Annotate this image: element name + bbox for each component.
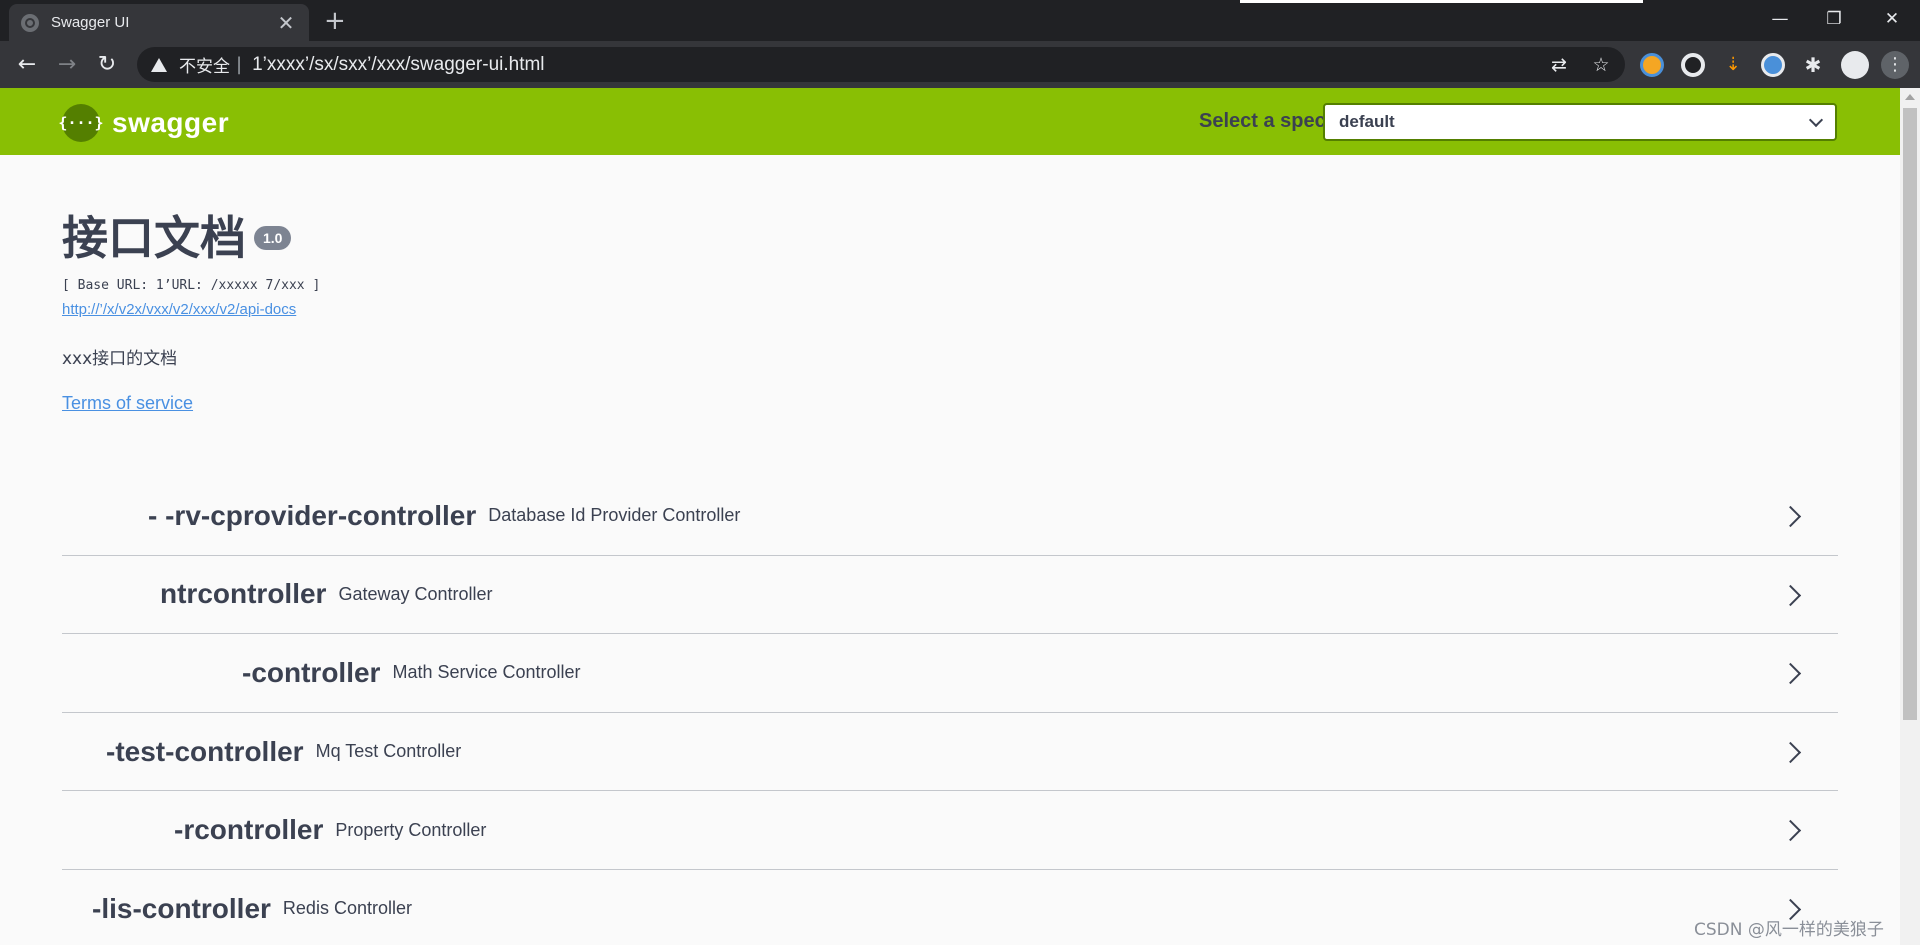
controller-name: -controller bbox=[242, 656, 381, 688]
translate-icon[interactable]: ⇄ bbox=[1547, 53, 1571, 77]
extension-icon-3[interactable]: ⇣ bbox=[1721, 53, 1745, 77]
swagger-logo[interactable]: {···} swagger bbox=[58, 104, 230, 142]
controller-description: Math Service Controller bbox=[392, 662, 581, 683]
minimize-window-button[interactable]: — bbox=[1752, 0, 1808, 38]
controller-name: - -rv-cprovider-controller bbox=[148, 499, 477, 531]
controller-row[interactable]: -test-controller Mq Test Controller bbox=[62, 713, 1838, 792]
chevron-right-icon bbox=[1779, 505, 1802, 528]
csdn-watermark: CSDN @风一样的美狼子 bbox=[1694, 920, 1884, 940]
address-separator: | bbox=[236, 54, 243, 75]
controller-description: Mq Test Controller bbox=[315, 741, 462, 762]
forward-button[interactable]: → bbox=[53, 51, 81, 79]
controller-row[interactable]: -lis-controller Redis Controller bbox=[62, 870, 1838, 945]
browser-toolbar: ← → ↻ 不安全 | 1’xxxx’/sx/sxx’/xxx/swagger-… bbox=[0, 41, 1920, 88]
controller-list: - -rv-cprovider-controller Database Id P… bbox=[62, 477, 1838, 945]
controller-row[interactable]: - -rv-cprovider-controller Database Id P… bbox=[62, 477, 1838, 556]
controller-description: Gateway Controller bbox=[338, 583, 493, 604]
extension-icon-4[interactable] bbox=[1761, 53, 1785, 77]
back-button[interactable]: ← bbox=[13, 51, 41, 79]
api-info: 接口文档 1.0 [ Base URL: 1’URL: /xxxxx 7/xxx… bbox=[62, 210, 1838, 414]
page-scrollbar[interactable] bbox=[1900, 88, 1920, 945]
chevron-right-icon bbox=[1779, 663, 1802, 685]
swagger-logo-icon: {···} bbox=[58, 104, 104, 142]
controller-name: -lis-controller bbox=[92, 892, 271, 924]
controller-name: ntrcontroller bbox=[160, 578, 327, 610]
restore-window-button[interactable]: ❐ bbox=[1806, 0, 1862, 38]
controller-row[interactable]: -rcontroller Property Controller bbox=[62, 791, 1838, 870]
api-description: xxx接口的文档 bbox=[62, 349, 178, 369]
extension-icon-1[interactable] bbox=[1640, 53, 1664, 77]
select-spec-label: Select a spec bbox=[1199, 110, 1326, 132]
swagger-logo-text: swagger bbox=[112, 107, 230, 138]
version-badge: 1.0 bbox=[254, 226, 292, 250]
controller-description: Database Id Provider Controller bbox=[488, 505, 741, 526]
controller-name: -test-controller bbox=[106, 735, 304, 767]
page-title: 接口文档 bbox=[62, 211, 246, 265]
insecure-label[interactable]: 不安全 bbox=[179, 52, 230, 77]
close-window-button[interactable]: ✕ bbox=[1864, 0, 1920, 38]
browser-tab[interactable]: Swagger UI ✕ bbox=[9, 4, 309, 41]
address-bar[interactable]: 不安全 | 1’xxxx’/sx/sxx’/xxx/swagger-ui.htm… bbox=[137, 47, 1625, 82]
spec-select-value: default bbox=[1339, 112, 1395, 131]
controller-name: -rcontroller bbox=[174, 814, 324, 846]
browser-menu-icon[interactable]: ⋮ bbox=[1881, 51, 1909, 79]
chevron-right-icon bbox=[1779, 584, 1802, 606]
swagger-favicon-icon bbox=[21, 13, 39, 32]
chevron-right-icon bbox=[1779, 741, 1802, 763]
new-tab-button[interactable]: + bbox=[324, 8, 346, 34]
controller-row[interactable]: -controller Math Service Controller bbox=[62, 634, 1838, 713]
chevron-right-icon bbox=[1779, 820, 1802, 842]
tab-strip-highlight bbox=[1240, 0, 1643, 3]
profile-avatar-icon[interactable] bbox=[1841, 51, 1869, 79]
chevron-down-icon bbox=[1808, 112, 1824, 127]
scroll-up-arrow-icon[interactable] bbox=[1905, 94, 1915, 100]
base-url: [ Base URL: 1’URL: /xxxxx 7/xxx ] bbox=[62, 278, 321, 293]
extensions-puzzle-icon[interactable]: ✱ bbox=[1801, 53, 1825, 77]
api-title-row: 接口文档 1.0 bbox=[62, 210, 1838, 266]
controller-row[interactable]: ntrcontroller Gateway Controller bbox=[62, 556, 1838, 635]
close-tab-icon[interactable]: ✕ bbox=[275, 11, 297, 35]
controller-description: Property Controller bbox=[335, 819, 487, 840]
swagger-topbar: {···} swagger Select a spec default bbox=[0, 88, 1900, 155]
url-text[interactable]: 1’xxxx’/sx/sxx’/xxx/swagger-ui.html bbox=[252, 54, 544, 76]
terms-of-service-link[interactable]: Terms of service bbox=[62, 393, 193, 414]
bookmark-star-icon[interactable]: ☆ bbox=[1589, 53, 1613, 77]
browser-tab-bar: Swagger UI ✕ + — ❐ ✕ bbox=[0, 0, 1920, 41]
warning-icon[interactable] bbox=[151, 57, 167, 72]
api-docs-link[interactable]: http://’/x/v2x/vxx/v2/xxx/v2/api-docs bbox=[62, 301, 296, 318]
scrollbar-thumb[interactable] bbox=[1903, 108, 1917, 720]
extension-icon-2[interactable] bbox=[1681, 53, 1705, 77]
tab-title: Swagger UI bbox=[51, 14, 130, 31]
reload-button[interactable]: ↻ bbox=[93, 51, 121, 79]
controller-description: Redis Controller bbox=[282, 898, 412, 919]
spec-select[interactable]: default bbox=[1323, 103, 1837, 141]
